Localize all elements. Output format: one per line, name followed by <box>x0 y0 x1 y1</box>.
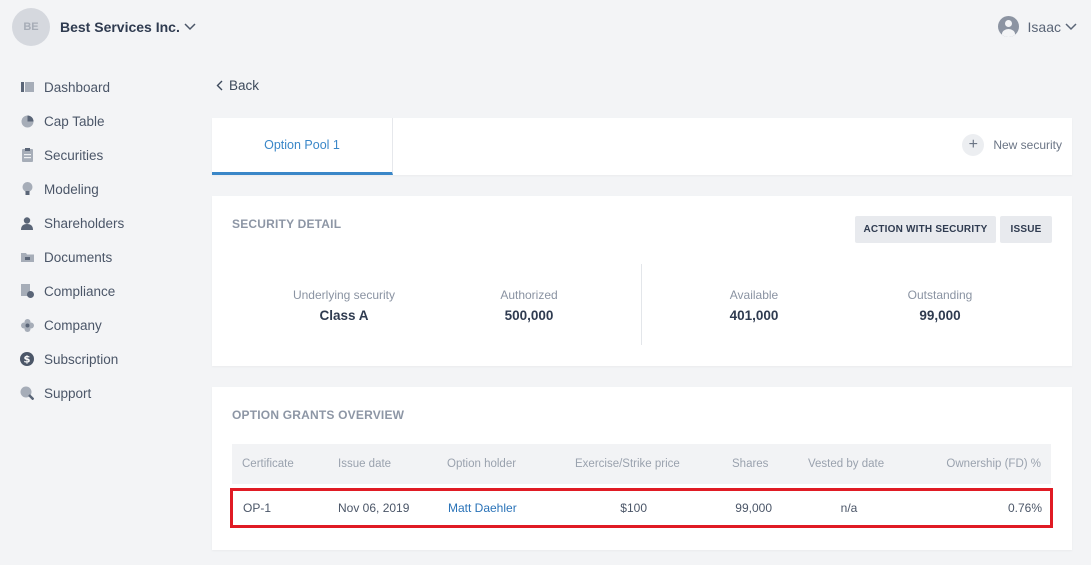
new-security-label: New security <box>993 138 1062 152</box>
folder-icon <box>20 250 34 264</box>
stat-value: 401,000 <box>729 308 779 323</box>
pie-chart-icon <box>20 114 34 128</box>
sidebar-item-label: Dashboard <box>44 79 111 95</box>
issue-button[interactable]: ISSUE <box>1000 216 1052 243</box>
new-security-button[interactable]: + New security <box>962 134 1062 156</box>
section-title: SECURITY DETAIL <box>232 217 342 231</box>
person-icon <box>20 216 34 230</box>
sidebar-item-label: Cap Table <box>44 113 105 129</box>
column-header-option-holder[interactable]: Option holder <box>447 444 516 484</box>
user-name: Isaac <box>1027 18 1061 35</box>
sidebar-item-subscription[interactable]: $ Subscription <box>20 342 124 376</box>
svg-text:$: $ <box>24 355 31 366</box>
sidebar-item-modeling[interactable]: Modeling <box>20 172 124 206</box>
security-tabs-card: Option Pool 1 + New security <box>212 118 1072 175</box>
sidebar-item-label: Compliance <box>44 283 116 299</box>
stat-authorized: Authorized 500,000 <box>439 288 619 323</box>
column-header-exercise-price[interactable]: Exercise/Strike price <box>575 444 680 484</box>
grants-table: Certificate Issue date Option holder Exe… <box>230 444 1053 528</box>
chevron-down-icon <box>1065 18 1077 36</box>
stat-value: 99,000 <box>919 308 961 323</box>
dollar-circle-icon: $ <box>20 352 34 366</box>
stat-value: 500,000 <box>504 308 554 323</box>
cell-ownership: 0.76% <box>1007 501 1042 515</box>
option-grants-card: OPTION GRANTS OVERVIEW Certificate Issue… <box>212 387 1072 550</box>
back-label: Back <box>229 78 260 93</box>
company-switcher[interactable]: BE Best Services Inc. <box>12 8 196 46</box>
sidebar-item-label: Shareholders <box>44 215 125 231</box>
sidebar-item-company[interactable]: Company <box>20 308 124 342</box>
stat-label: Outstanding <box>907 288 973 302</box>
tab-option-pool-1[interactable]: Option Pool 1 <box>212 118 393 175</box>
company-name: Best Services Inc. <box>60 19 180 35</box>
flower-icon <box>20 318 34 332</box>
table-header: Certificate Issue date Option holder Exe… <box>232 444 1051 484</box>
sidebar-item-label: Company <box>44 317 102 333</box>
column-header-issue-date[interactable]: Issue date <box>338 444 391 484</box>
column-header-shares[interactable]: Shares <box>732 444 768 484</box>
column-header-ownership[interactable]: Ownership (FD) % <box>946 444 1041 484</box>
table-row[interactable]: OP-1 Nov 06, 2019 Matt Daehler $100 99,0… <box>230 488 1053 528</box>
back-link[interactable]: Back <box>216 78 259 93</box>
document-check-icon <box>20 284 34 298</box>
column-header-vested-by-date[interactable]: Vested by date <box>808 444 884 484</box>
section-title: OPTION GRANTS OVERVIEW <box>232 408 405 422</box>
sidebar-item-label: Documents <box>44 249 113 265</box>
stat-available: Available 401,000 <box>664 288 844 323</box>
sidebar-item-label: Modeling <box>44 181 99 197</box>
sidebar-item-support[interactable]: Support <box>20 376 124 410</box>
plus-icon: + <box>962 134 985 156</box>
sidebar-item-label: Subscription <box>44 351 119 367</box>
sidebar-item-securities[interactable]: Securities <box>20 138 124 172</box>
option-holder-link[interactable]: Matt Daehler <box>448 491 517 525</box>
stat-label: Authorized <box>500 288 558 302</box>
stat-label: Underlying security <box>292 288 396 302</box>
sidebar: Dashboard Cap Table Securities Modeling … <box>20 70 124 410</box>
cell-price: $100 <box>620 501 647 515</box>
cell-issue-date: Nov 06, 2019 <box>338 501 410 515</box>
sidebar-item-compliance[interactable]: Compliance <box>20 274 124 308</box>
cell-certificate: OP-1 <box>243 501 272 515</box>
user-menu[interactable]: Isaac <box>997 16 1077 37</box>
chevron-down-icon <box>184 18 196 36</box>
dashboard-icon <box>20 80 34 94</box>
sidebar-item-dashboard[interactable]: Dashboard <box>20 70 124 104</box>
stat-outstanding: Outstanding 99,000 <box>850 288 1030 323</box>
column-header-certificate[interactable]: Certificate <box>242 444 294 484</box>
security-detail-card: SECURITY DETAIL ACTION WITH SECURITY ISS… <box>212 196 1072 366</box>
user-avatar-icon <box>997 16 1019 37</box>
action-with-security-button[interactable]: ACTION WITH SECURITY <box>855 216 996 243</box>
chevron-left-icon <box>216 80 223 91</box>
sidebar-item-cap-table[interactable]: Cap Table <box>20 104 124 138</box>
clipboard-icon <box>20 148 34 162</box>
sidebar-item-documents[interactable]: Documents <box>20 240 124 274</box>
stat-label: Available <box>729 288 779 302</box>
divider <box>641 264 642 345</box>
sidebar-item-shareholders[interactable]: Shareholders <box>20 206 124 240</box>
cell-vested: n/a <box>840 501 858 515</box>
lightbulb-icon <box>20 182 34 196</box>
stat-underlying-security: Underlying security Class A <box>254 288 434 323</box>
cell-shares: 99,000 <box>735 501 772 515</box>
sidebar-item-label: Securities <box>44 147 104 163</box>
support-search-icon <box>20 386 34 400</box>
company-avatar: BE <box>12 8 50 46</box>
stat-value: Class A <box>319 308 369 323</box>
sidebar-item-label: Support <box>44 385 92 401</box>
